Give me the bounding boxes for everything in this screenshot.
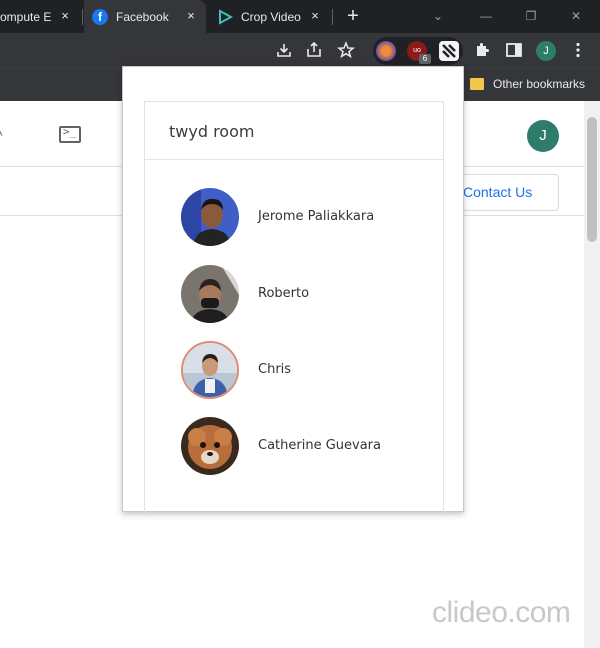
star-icon[interactable] [336, 40, 356, 60]
side-panel-icon[interactable] [504, 40, 524, 60]
extension-1-icon[interactable] [376, 41, 396, 61]
tab-compute-engine[interactable]: ompute E × [0, 0, 80, 33]
tab-title: ompute E [0, 9, 52, 24]
close-window-icon[interactable]: ✕ [566, 6, 586, 26]
tab-separator [82, 9, 83, 25]
more-vert-icon[interactable] [568, 40, 588, 60]
browser-toolbar: uo [0, 33, 600, 68]
tab-facebook[interactable]: f Facebook × [84, 0, 206, 33]
new-tab-button[interactable]: + [342, 6, 364, 28]
tab-strip: ompute E × f Facebook × Crop Video × + ⌄… [0, 0, 600, 33]
twyd-extension-icon[interactable] [439, 41, 459, 61]
member-avatar [181, 341, 239, 399]
member-item[interactable]: Roberto [181, 265, 431, 325]
tab-separator [332, 9, 333, 25]
extension-badge: 6 [419, 54, 431, 64]
puzzle-icon[interactable] [472, 40, 492, 60]
room-title: twyd room [169, 122, 255, 141]
tab-close-icon[interactable]: × [184, 9, 198, 23]
scrollbar-thumb[interactable] [587, 117, 597, 242]
minimize-icon[interactable]: — [476, 6, 496, 26]
member-item[interactable]: Catherine Guevara [181, 417, 431, 477]
member-name: Chris [258, 362, 292, 377]
tab-close-icon[interactable]: × [308, 9, 322, 23]
member-avatar [181, 188, 239, 246]
member-name: Catherine Guevara [258, 438, 381, 453]
terminal-icon[interactable]: >_ [59, 125, 81, 143]
profile-avatar-button[interactable]: J [536, 41, 556, 61]
facebook-icon: f [92, 8, 108, 25]
member-avatar [181, 265, 239, 323]
member-name: Roberto [258, 286, 310, 301]
divider [145, 159, 443, 160]
restore-icon[interactable]: ❐ [521, 6, 541, 26]
chevron-up-icon[interactable]: ^ [0, 127, 3, 143]
tab-crop-video[interactable]: Crop Video × [208, 0, 330, 33]
download-icon[interactable] [274, 40, 294, 60]
other-bookmarks-link[interactable]: Other bookmarks [493, 77, 585, 91]
member-item[interactable]: Chris [181, 341, 431, 401]
browser-window: ompute E × f Facebook × Crop Video × + ⌄… [0, 0, 600, 648]
member-avatar [181, 417, 239, 475]
extension-popup: twyd room Jerome Paliakkara Roberto Chri… [122, 66, 464, 513]
account-avatar[interactable]: J [527, 120, 559, 152]
tab-close-icon[interactable]: × [58, 9, 72, 23]
tab-title: Crop Video [241, 9, 301, 24]
clideo-play-icon [219, 8, 233, 25]
room-card: twyd room Jerome Paliakkara Roberto Chri… [144, 101, 444, 513]
member-name: Jerome Paliakkara [258, 209, 375, 224]
watermark: clideo.com [432, 596, 571, 629]
tab-search-icon[interactable]: ⌄ [428, 6, 448, 26]
extensions-group: uo [373, 37, 463, 65]
share-icon[interactable] [304, 40, 324, 60]
member-item[interactable]: Jerome Paliakkara [181, 188, 431, 248]
folder-icon [470, 78, 484, 90]
